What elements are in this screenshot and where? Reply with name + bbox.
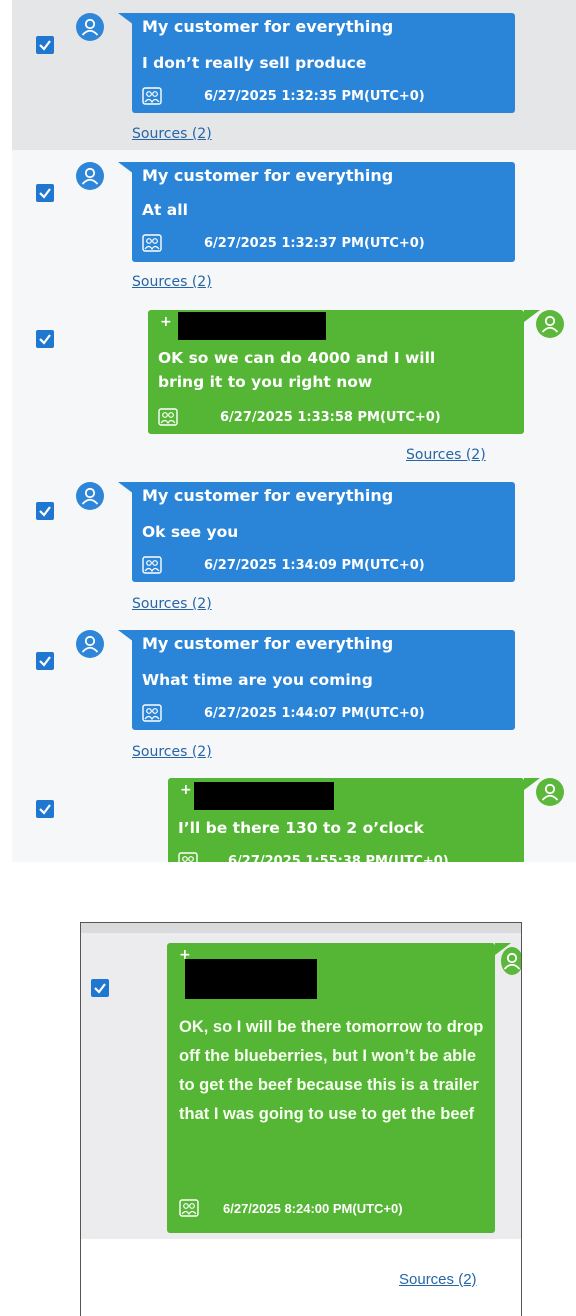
check-icon	[39, 804, 51, 815]
sources-link[interactable]: Sources (2)	[132, 126, 212, 142]
sender-name: My customer for everything	[142, 166, 394, 185]
message-timestamp: 6/27/2025 1:33:58 PM(UTC+0)	[220, 409, 441, 425]
user-avatar-icon	[536, 778, 564, 806]
check-icon	[39, 188, 51, 199]
group-icon	[142, 556, 162, 574]
sources-link[interactable]: Sources (2)	[132, 596, 212, 612]
group-icon	[142, 704, 162, 722]
check-icon	[39, 506, 51, 517]
message-text: I’ll be there 130 to 2 o’clock	[178, 819, 424, 837]
group-icon	[179, 1199, 199, 1217]
user-avatar-icon	[76, 162, 104, 190]
conversation-panel-detail: + OK, so I will be there tomorrow to dro…	[80, 922, 522, 1316]
sender-name: My customer for everything	[142, 634, 394, 653]
user-avatar-icon	[76, 13, 104, 41]
conversation-panel: My customer for everything I don’t reall…	[12, 0, 576, 862]
user-avatar-icon	[76, 482, 104, 510]
user-avatar-icon	[76, 630, 104, 658]
message-bubble: + OK so we can do 4000 and I will bring …	[148, 310, 524, 434]
redacted-sender	[185, 959, 317, 999]
message-timestamp: 6/27/2025 1:44:07 PM(UTC+0)	[204, 705, 425, 721]
redacted-sender	[194, 782, 334, 810]
message-checkbox[interactable]	[36, 800, 54, 818]
message-bubble: My customer for everything What time are…	[132, 630, 515, 730]
message-text: What time are you coming	[142, 671, 373, 689]
message-text: I don’t really sell produce	[142, 54, 367, 72]
message-text-line: bring it to you right now	[158, 373, 373, 391]
user-avatar-icon	[536, 310, 564, 338]
sources-link[interactable]: Sources (2)	[132, 274, 212, 290]
panel-header-bar	[81, 923, 521, 933]
message-bubble: + I’ll be there 130 to 2 o’clock 6/27/20…	[168, 778, 524, 862]
message-text: At all	[142, 201, 188, 219]
message-text-line: OK so we can do 4000 and I will	[158, 349, 436, 367]
redacted-sender	[178, 312, 326, 340]
message-timestamp: 6/27/2025 1:34:09 PM(UTC+0)	[204, 557, 425, 573]
group-icon	[142, 234, 162, 252]
sender-name: My customer for everything	[142, 17, 394, 36]
message-timestamp: 6/27/2025 1:55:38 PM(UTC+0)	[228, 853, 449, 863]
message-bubble: My customer for everything I don’t reall…	[132, 13, 515, 113]
check-icon	[39, 334, 51, 345]
message-timestamp: 6/27/2025 1:32:37 PM(UTC+0)	[204, 235, 425, 251]
check-icon	[39, 656, 51, 667]
message-checkbox[interactable]	[36, 184, 54, 202]
message-bubble: My customer for everything Ok see you 6/…	[132, 482, 515, 582]
sources-link[interactable]: Sources (2)	[399, 1271, 477, 1288]
message-bubble: + OK, so I will be there tomorrow to dro…	[167, 943, 495, 1233]
sender-name: My customer for everything	[142, 486, 394, 505]
message-timestamp: 6/27/2025 1:32:35 PM(UTC+0)	[204, 88, 425, 104]
message-text: OK, so I will be there tomorrow to drop …	[179, 1018, 484, 1123]
check-icon	[94, 983, 106, 994]
message-checkbox[interactable]	[36, 330, 54, 348]
group-icon	[158, 408, 178, 426]
group-icon	[142, 87, 162, 105]
message-bubble: My customer for everything At all 6/27/2…	[132, 162, 515, 262]
sender-prefix: +	[160, 314, 172, 330]
message-checkbox[interactable]	[36, 502, 54, 520]
message-text: Ok see you	[142, 523, 239, 541]
message-timestamp: 6/27/2025 8:24:00 PM(UTC+0)	[223, 1200, 403, 1216]
check-icon	[39, 40, 51, 51]
group-icon	[178, 852, 198, 862]
message-checkbox[interactable]	[36, 36, 54, 54]
message-checkbox[interactable]	[91, 979, 109, 997]
sources-link[interactable]: Sources (2)	[132, 744, 212, 760]
message-checkbox[interactable]	[36, 652, 54, 670]
sources-link[interactable]: Sources (2)	[406, 447, 486, 463]
sender-prefix: +	[180, 782, 192, 798]
user-avatar-icon	[501, 947, 521, 975]
